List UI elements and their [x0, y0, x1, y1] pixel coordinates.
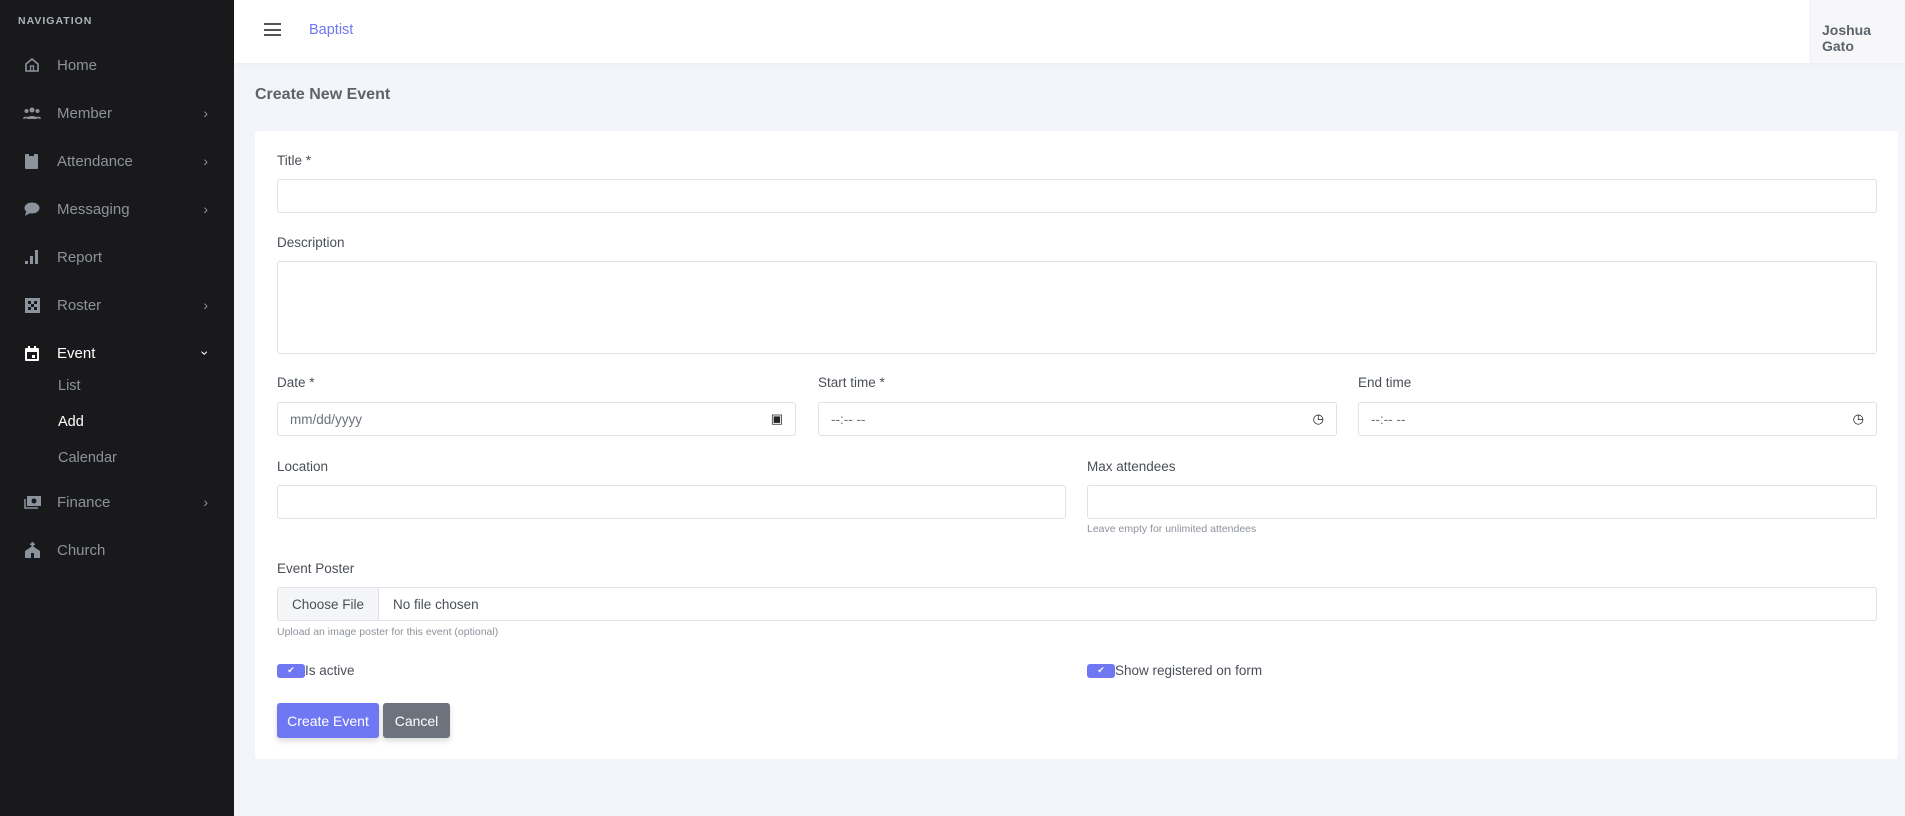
- chevron-down-icon: ›: [197, 350, 214, 356]
- end-time-input[interactable]: --:-- -- ◷: [1358, 402, 1877, 436]
- chevron-right-icon: ›: [203, 297, 208, 313]
- show-registered-label: Show registered on form: [1115, 663, 1263, 678]
- choose-file-button[interactable]: Choose File: [278, 588, 380, 620]
- event-poster-label: Event Poster: [277, 561, 355, 576]
- event-poster-help: Upload an image poster for this event (o…: [277, 626, 499, 638]
- users-icon: [23, 104, 41, 122]
- calendar-picker-icon[interactable]: ▣: [771, 411, 783, 427]
- clock-icon[interactable]: ◷: [1313, 411, 1324, 427]
- sidebar-subitem-list[interactable]: List: [58, 378, 81, 394]
- sidebar-item-finance[interactable]: Finance ›: [0, 484, 234, 520]
- description-label: Description: [277, 235, 345, 250]
- chevron-right-icon: ›: [203, 201, 208, 217]
- sidebar-item-label: Report: [57, 248, 103, 266]
- location-input[interactable]: [277, 485, 1066, 519]
- sidebar: NAVIGATION Home Member › Attendance › Mess…: [0, 0, 234, 816]
- top-bar: Baptist Joshua Gato: [234, 0, 1905, 63]
- page-title: Create New Event: [255, 86, 391, 103]
- chevron-right-icon: ›: [203, 153, 208, 169]
- sidebar-item-label: Church: [57, 541, 106, 559]
- sidebar-item-label: Member: [57, 104, 113, 122]
- brand-link[interactable]: Baptist: [309, 22, 353, 38]
- home-icon: [23, 56, 41, 74]
- file-status: No file chosen: [393, 596, 479, 612]
- description-textarea[interactable]: [277, 261, 1877, 354]
- max-attendees-input[interactable]: [1087, 485, 1877, 519]
- sidebar-item-event[interactable]: Event ›: [0, 335, 234, 371]
- chevron-right-icon: ›: [203, 494, 208, 510]
- is-active-label: Is active: [305, 663, 355, 678]
- sidebar-item-church[interactable]: Church: [0, 532, 234, 568]
- clipboard-check-icon: [23, 152, 41, 170]
- max-attendees-label: Max attendees: [1087, 459, 1176, 474]
- sidebar-item-messaging[interactable]: Messaging ›: [0, 191, 234, 227]
- is-active-checkbox[interactable]: ✔ Is active: [277, 663, 355, 678]
- nav-heading: NAVIGATION: [18, 15, 93, 27]
- sidebar-item-label: Messaging: [57, 200, 130, 218]
- sidebar-item-label: Event: [57, 344, 96, 362]
- end-time-label: End time: [1358, 375, 1412, 390]
- event-poster-file-input[interactable]: Choose File No file chosen: [277, 587, 1877, 621]
- user-menu[interactable]: Joshua Gato: [1810, 0, 1905, 63]
- date-placeholder: mm/dd/yyyy: [290, 411, 363, 427]
- sidebar-item-member[interactable]: Member ›: [0, 95, 234, 131]
- clock-icon[interactable]: ◷: [1853, 411, 1864, 427]
- check-icon[interactable]: ✔: [277, 663, 305, 678]
- menu-toggle-icon[interactable]: [264, 23, 281, 36]
- chevron-right-icon: ›: [203, 105, 208, 121]
- location-label: Location: [277, 459, 329, 474]
- cancel-button[interactable]: Cancel: [383, 703, 450, 738]
- title-label: Title *: [277, 153, 312, 168]
- calendar-icon: [23, 344, 41, 362]
- sidebar-item-home[interactable]: Home: [0, 47, 234, 83]
- sidebar-subitem-add[interactable]: Add: [58, 414, 84, 430]
- sidebar-item-roster[interactable]: Roster ›: [0, 287, 234, 323]
- date-input[interactable]: mm/dd/yyyy ▣: [277, 402, 796, 436]
- money-icon: [23, 493, 41, 511]
- sidebar-item-label: Home: [57, 56, 98, 74]
- bar-chart-icon: [23, 248, 41, 266]
- sidebar-item-label: Finance: [57, 493, 111, 511]
- sidebar-item-attendance[interactable]: Attendance ›: [0, 143, 234, 179]
- event-form-card: Title * Description Date * mm/dd/yyyy ▣ S…: [255, 131, 1898, 759]
- show-registered-checkbox[interactable]: ✔ Show registered on form: [1087, 663, 1262, 678]
- chat-bubble-icon: [23, 200, 41, 218]
- end-time-placeholder: --:-- --: [1371, 411, 1406, 427]
- sidebar-item-label: Roster: [57, 296, 102, 314]
- church-icon: [23, 541, 41, 559]
- start-time-input[interactable]: --:-- -- ◷: [818, 402, 1337, 436]
- grid-icon: [23, 296, 41, 314]
- max-attendees-help: Leave empty for unlimited attendees: [1087, 523, 1257, 535]
- date-label: Date *: [277, 375, 315, 390]
- sidebar-item-label: Attendance: [57, 152, 133, 170]
- create-event-button[interactable]: Create Event: [277, 703, 379, 738]
- sidebar-item-report[interactable]: Report: [0, 239, 234, 275]
- start-time-label: Start time *: [818, 375, 885, 390]
- title-input[interactable]: [277, 179, 1877, 213]
- check-icon[interactable]: ✔: [1087, 663, 1115, 678]
- start-time-placeholder: --:-- --: [831, 411, 866, 427]
- sidebar-subitem-calendar[interactable]: Calendar: [58, 450, 117, 466]
